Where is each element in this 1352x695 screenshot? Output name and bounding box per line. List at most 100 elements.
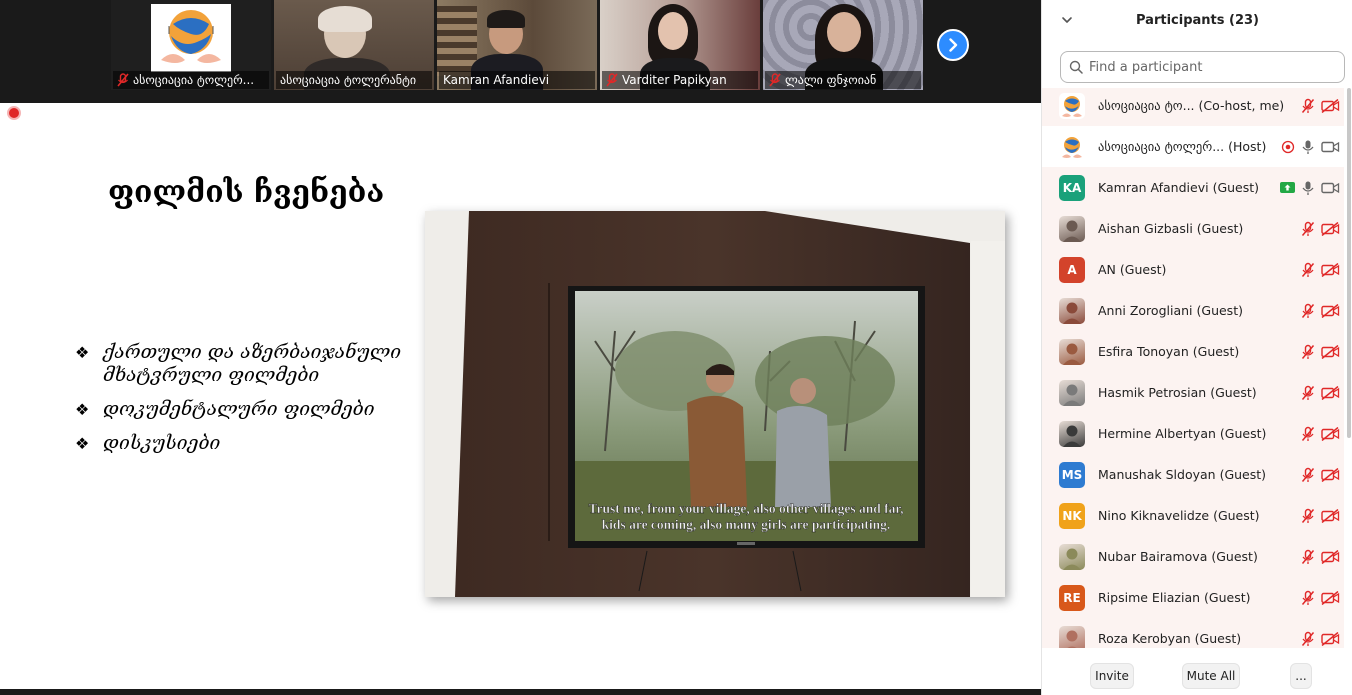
video-tile[interactable]: Varditer Papikyan [600, 0, 760, 90]
chevron-down-icon[interactable] [1060, 13, 1074, 27]
panel-footer: Invite Mute All ... [1042, 655, 1352, 695]
video-off-icon[interactable] [1321, 221, 1340, 236]
avatar [1059, 338, 1085, 365]
video-icon[interactable] [1321, 140, 1340, 154]
diamond-bullet-icon: ❖ [75, 343, 90, 362]
next-video-page-button[interactable] [937, 29, 969, 61]
muted-mic-icon[interactable] [1301, 344, 1315, 360]
mic-icon[interactable] [1301, 180, 1315, 196]
chevron-right-icon [949, 38, 958, 52]
participant-row[interactable]: ასოციაცია ტო... (Co-host, me) [1042, 88, 1344, 126]
muted-mic-icon[interactable] [1301, 221, 1315, 237]
shared-screen-slide: ფილმის ჩვენება ❖ ქართული და აზერბაიჯანული… [0, 103, 1041, 689]
tile-name-bar: ასოციაცია ტოლერანტი [276, 71, 432, 89]
slide-bullet: ❖ დოკუმენტალური ფილმები [75, 398, 405, 421]
video-off-icon[interactable] [1321, 467, 1340, 482]
tile-name-bar: ასოციაცია ტოლერ... [113, 71, 269, 89]
search-input[interactable] [1089, 59, 1329, 75]
participant-row[interactable]: ასოციაცია ტოლერ... (Host) [1042, 126, 1344, 167]
video-tile[interactable]: ასოციაცია ტოლერ... [111, 0, 271, 90]
participant-status-icons [1295, 536, 1340, 577]
muted-mic-icon[interactable] [1301, 467, 1315, 483]
video-tile-active-speaker[interactable]: Kamran Afandievi [437, 0, 597, 90]
video-off-icon[interactable] [1321, 262, 1340, 277]
participant-row[interactable]: Esfira Tonoyan (Guest) [1042, 331, 1344, 372]
avatar [1059, 379, 1085, 406]
video-off-icon[interactable] [1321, 344, 1340, 359]
participant-row[interactable]: Nubar Bairamova (Guest) [1042, 536, 1344, 577]
zoom-meeting-window: ასოციაცია ტოლერ... ასოციაცია ტოლერანტი K… [0, 0, 1352, 695]
avatar: KA [1059, 174, 1085, 201]
participant-status-icons [1295, 290, 1340, 331]
tile-name: ლალი ფნჯოიან [785, 73, 877, 87]
organization-logo [151, 4, 231, 72]
screen-share-icon [1280, 182, 1295, 193]
participant-role: (Guest) [1213, 508, 1260, 523]
muted-mic-icon[interactable] [1301, 303, 1315, 319]
participant-list-scrollbar[interactable] [1347, 88, 1351, 438]
bullet-text: დოკუმენტალური ფილმები [103, 398, 375, 420]
invite-button[interactable]: Invite [1090, 663, 1134, 689]
participant-row[interactable]: KA Kamran Afandievi (Guest) [1042, 167, 1344, 208]
muted-mic-icon[interactable] [1301, 631, 1315, 647]
participant-row[interactable]: NK Nino Kiknavelidze (Guest) [1042, 495, 1344, 536]
muted-mic-icon[interactable] [1301, 508, 1315, 524]
participant-status-icons [1295, 208, 1340, 249]
tv-subtitle-line: Trust me, from your village, also other … [589, 501, 904, 516]
more-options-button[interactable]: ... [1290, 663, 1312, 689]
tv-subtitle-line: kids are coming, also many girls are par… [602, 517, 891, 532]
participant-row[interactable]: A AN (Guest) [1042, 249, 1344, 290]
participant-display-name: ასოციაცია ტო... [1098, 98, 1195, 113]
participant-name: Esfira Tonoyan (Guest) [1098, 344, 1288, 359]
mute-all-button[interactable]: Mute All [1182, 663, 1240, 689]
participant-row[interactable]: Hermine Albertyan (Guest) [1042, 413, 1344, 454]
muted-mic-icon [769, 73, 781, 87]
participant-role: (Guest) [1196, 303, 1243, 318]
tile-name-bar: Varditer Papikyan [602, 71, 758, 89]
participant-row[interactable]: Anni Zorogliani (Guest) [1042, 290, 1344, 331]
participant-search[interactable] [1060, 51, 1345, 83]
participant-row[interactable]: MS Manushak Sldoyan (Guest) [1042, 454, 1344, 495]
participant-name: Aishan Gizbasli (Guest) [1098, 221, 1288, 236]
participant-name: ასოციაცია ტო... (Co-host, me) [1098, 98, 1288, 113]
muted-mic-icon[interactable] [1301, 590, 1315, 606]
participant-role: (Guest) [1119, 262, 1167, 277]
video-off-icon[interactable] [1321, 631, 1340, 646]
video-tile[interactable]: ასოციაცია ტოლერანტი [274, 0, 434, 90]
video-off-icon[interactable] [1321, 98, 1340, 113]
participant-name: Nino Kiknavelidze (Guest) [1098, 508, 1288, 523]
participant-row[interactable]: Roza Kerobyan (Guest) [1042, 618, 1344, 648]
slide-bullet-list: ❖ ქართული და აზერბაიჯანული მხატვრული ფილმ… [75, 341, 405, 466]
muted-mic-icon[interactable] [1301, 262, 1315, 278]
muted-mic-icon[interactable] [1301, 385, 1315, 401]
participant-display-name: Roza Kerobyan [1098, 631, 1191, 646]
avatar [1059, 133, 1085, 160]
diamond-bullet-icon: ❖ [75, 434, 90, 453]
avatar [1059, 215, 1085, 242]
participant-row[interactable]: Hasmik Petrosian (Guest) [1042, 372, 1344, 413]
video-off-icon[interactable] [1321, 426, 1340, 441]
bullet-text: დისკუსიები [103, 432, 221, 454]
participant-status-icons [1275, 126, 1340, 167]
participant-list: ასოციაცია ტო... (Co-host, me) ასოციაცია ტ… [1042, 88, 1344, 648]
muted-mic-icon[interactable] [1301, 426, 1315, 442]
participant-display-name: Hermine Albertyan [1098, 426, 1216, 441]
video-off-icon[interactable] [1321, 385, 1340, 400]
participant-row[interactable]: RE Ripsime Eliazian (Guest) [1042, 577, 1344, 618]
participant-row[interactable]: Aishan Gizbasli (Guest) [1042, 208, 1344, 249]
video-icon[interactable] [1321, 181, 1340, 195]
participant-role: (Host) [1228, 139, 1267, 154]
video-off-icon[interactable] [1321, 303, 1340, 318]
slide-title: ფილმის ჩვენება [108, 175, 385, 210]
search-icon [1069, 60, 1083, 74]
mic-icon[interactable] [1301, 139, 1315, 155]
avatar [1059, 420, 1085, 447]
video-off-icon[interactable] [1321, 590, 1340, 605]
video-off-icon[interactable] [1321, 508, 1340, 523]
video-tile[interactable]: ლალი ფნჯოიან [763, 0, 923, 90]
muted-mic-icon[interactable] [1301, 98, 1315, 114]
video-off-icon[interactable] [1321, 549, 1340, 564]
participant-status-icons [1295, 331, 1340, 372]
muted-mic-icon[interactable] [1301, 549, 1315, 565]
participant-status-icons [1295, 372, 1340, 413]
